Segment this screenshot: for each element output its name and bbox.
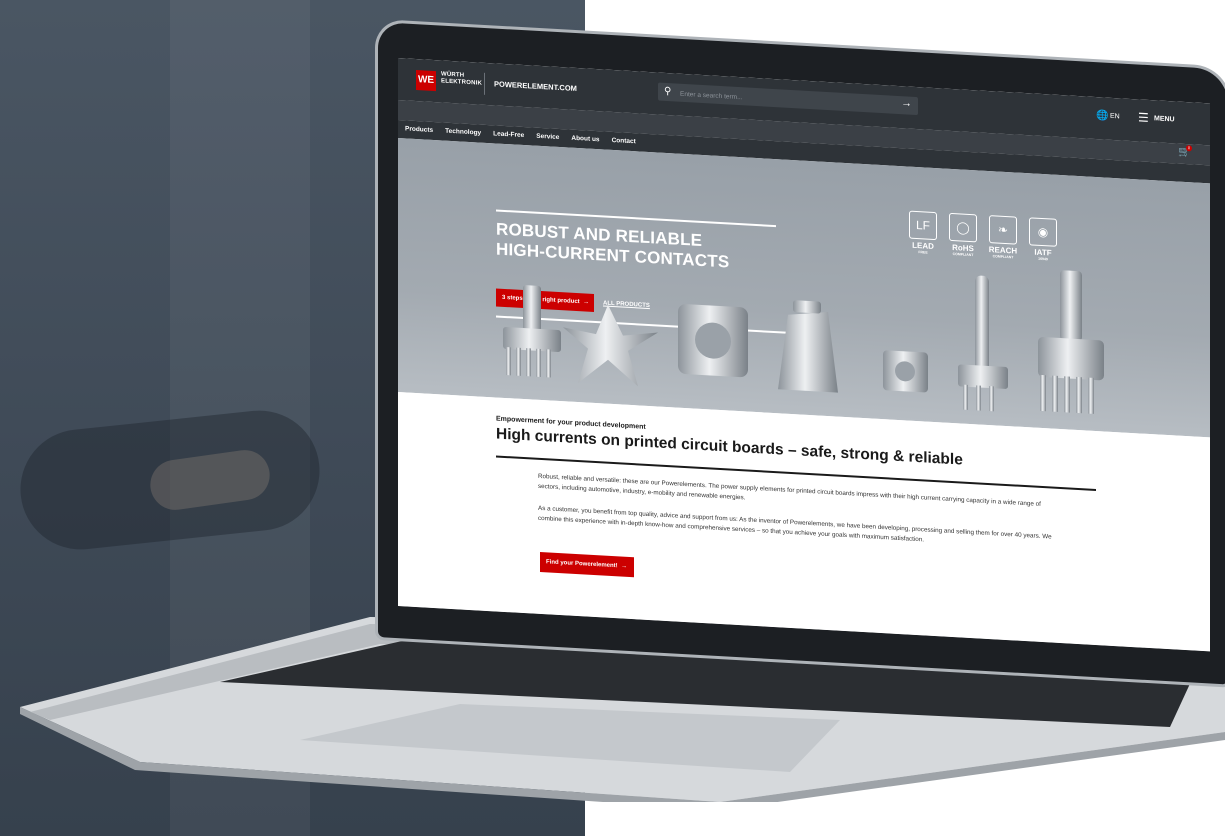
powerelement-square-nut	[883, 350, 928, 393]
leaf-icon: ❧	[989, 215, 1017, 245]
search-input[interactable]	[678, 85, 892, 114]
nav-item-products[interactable]: Products	[400, 120, 438, 140]
powerelement-threaded-block	[678, 304, 748, 378]
intro-section: Empowerment for your product development…	[398, 392, 1210, 652]
find-powerelement-label: Find your Powerelement!	[546, 559, 618, 570]
find-powerelement-button[interactable]: Find your Powerelement! →	[540, 551, 634, 578]
cart-count-badge: 0	[1186, 145, 1192, 152]
badge-lead-free: LF LEAD FREE	[906, 210, 940, 255]
badge-sub: 16949	[1038, 256, 1048, 262]
brand-logo[interactable]: WE	[416, 70, 436, 92]
powerelement-press-fit-pin	[503, 285, 561, 378]
badge-sub: FREE	[918, 250, 928, 255]
powerelement-spring-contact	[778, 300, 838, 393]
language-selector[interactable]: EN	[1110, 113, 1120, 121]
certification-badges: LF LEAD FREE ◯ RoHS COMPLIANT ❧ REACH CO…	[906, 210, 1060, 262]
section-headline: High currents on printed circuit boards …	[496, 425, 963, 469]
search-bar: ⚲ →	[658, 82, 918, 116]
nav-item-contact[interactable]: Contact	[607, 132, 641, 152]
menu-button[interactable]: MENU	[1154, 115, 1175, 123]
powerelement-threaded-stud	[1038, 270, 1104, 414]
nav-item-about-us[interactable]: About us	[566, 129, 604, 149]
brand-name[interactable]: WÜRTH ELEKTRONIK	[441, 71, 482, 87]
logo-divider	[484, 72, 485, 95]
globe-outline-icon: ◯	[949, 212, 977, 243]
laptop-screen: WE WÜRTH ELEKTRONIK POWERELEMENT.COM ⚲ →…	[398, 58, 1210, 652]
search-icon[interactable]: ⚲	[664, 86, 671, 97]
site-name-link[interactable]: POWERELEMENT.COM	[494, 79, 577, 93]
nav-item-service[interactable]: Service	[531, 127, 564, 147]
globe-icon[interactable]: 🌐	[1096, 110, 1108, 122]
powerelement-pin-contact	[958, 275, 1008, 412]
arrow-right-icon: →	[619, 563, 628, 570]
badge-reach: ❧ REACH COMPLIANT	[986, 215, 1020, 260]
badge-iatf: ◉ IATF 16949	[1026, 217, 1060, 262]
globe-grid-icon: ◉	[1029, 217, 1057, 247]
hamburger-menu-icon[interactable]: ☰	[1138, 110, 1149, 125]
badge-sub: COMPLIANT	[952, 252, 974, 258]
brand-name-line2: ELEKTRONIK	[441, 78, 482, 87]
leaf-lf-icon: LF	[909, 210, 937, 241]
nav-item-lead-free[interactable]: Lead-Free	[488, 125, 529, 145]
hero-banner: ROBUST AND RELIABLE HIGH-CURRENT CONTACT…	[398, 138, 1210, 438]
powerelement-star-contact	[563, 304, 658, 387]
badge-rohs: ◯ RoHS COMPLIANT	[946, 212, 980, 258]
search-submit-arrow-icon[interactable]: →	[901, 97, 912, 110]
